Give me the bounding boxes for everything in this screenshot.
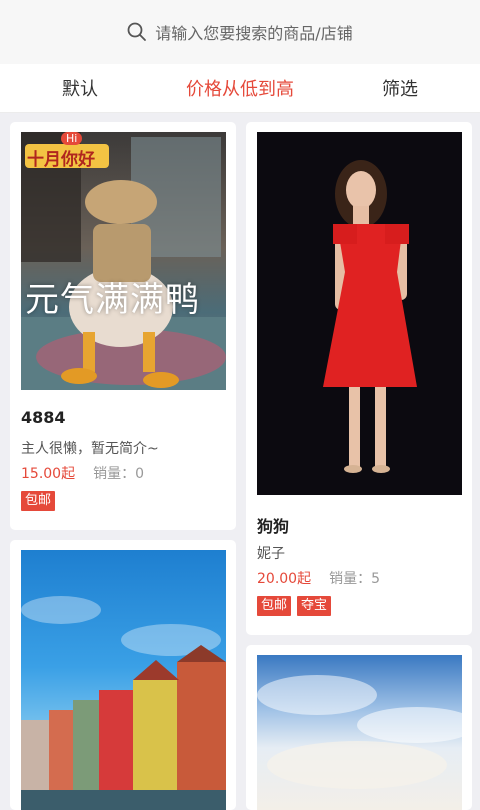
product-price: 15.00起 [21,466,76,482]
sort-bar: 默认 价格从低到高 筛选 [0,64,480,113]
product-image[interactable] [257,132,462,495]
product-image[interactable] [257,655,462,810]
product-meta: 20.00起 销量：5 [257,568,380,588]
product-title: 狗狗 [257,517,290,536]
product-badges: 包邮 [21,491,56,511]
search-bar[interactable]: 请输入您要搜索的商品/店铺 [0,0,480,64]
tab-price-asc[interactable]: 价格从低到高 [160,64,320,112]
product-card[interactable] [10,540,236,810]
search-placeholder: 请输入您要搜索的商品/店铺 [155,24,353,43]
product-price: 20.00起 [257,571,312,587]
product-sales: 销量：5 [329,571,381,587]
product-image[interactable] [21,550,226,810]
product-image[interactable]: Hi 十月你好 元气满满鸭 [21,132,226,390]
product-badges: 包邮 夺宝 [257,596,332,616]
image-text-top: 十月你好 [27,150,95,170]
tab-filter[interactable]: 筛选 [320,64,480,112]
search-input[interactable]: 请输入您要搜索的商品/店铺 [127,20,353,44]
product-desc: 妮子 [257,546,285,562]
badge-free-shipping: 包邮 [257,596,292,616]
search-icon [127,22,147,42]
product-desc: 主人很懒，暂无简介~ [21,441,159,457]
product-card[interactable]: Hi 十月你好 元气满满鸭 4884 主人很懒，暂无简介~ 15.00起 销量：… [10,122,236,530]
product-card[interactable]: 狗狗 妮子 20.00起 销量：5 包邮 夺宝 [246,122,472,635]
image-badge-hi: Hi [61,132,83,145]
badge-free-shipping: 包邮 [21,491,56,511]
product-title: 4884 [21,408,66,427]
image-caption: 元气满满鸭 [25,280,200,320]
badge-lucky-draw: 夺宝 [297,596,332,616]
product-meta: 15.00起 销量：0 [21,463,144,483]
product-sales: 销量：0 [93,466,145,482]
product-card[interactable] [246,645,472,810]
tab-default[interactable]: 默认 [0,64,160,112]
